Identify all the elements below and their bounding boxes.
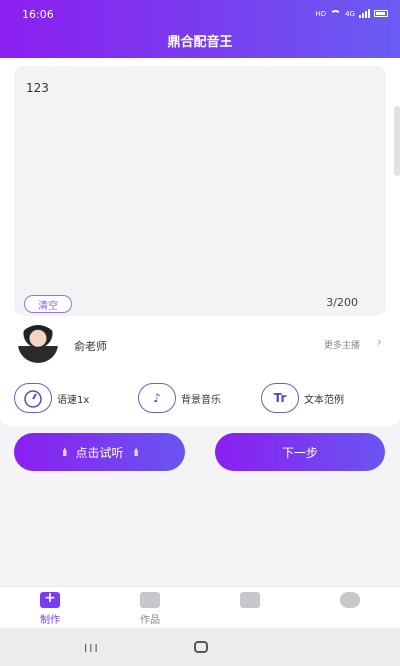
preview-label: 点击试听 xyxy=(75,445,124,460)
voice-avatar xyxy=(18,325,58,363)
clear-button[interactable]: 清空 xyxy=(24,295,72,313)
action-buttons: ıIı 点击试听 ıIı 下一步 xyxy=(0,433,400,473)
chevron-right-icon[interactable]: › xyxy=(377,335,382,350)
speed-option[interactable]: 语速1x xyxy=(14,380,89,416)
text-content[interactable]: 123 xyxy=(26,81,49,95)
tab-make-label: 制作 xyxy=(40,615,60,626)
home-icon[interactable] xyxy=(194,641,208,653)
folder-icon xyxy=(140,592,160,608)
scrollbar[interactable] xyxy=(394,106,400,176)
tab-works[interactable]: 作品 xyxy=(115,592,185,626)
status-bar: 16:06 HD 4G xyxy=(22,8,388,22)
bottom-tab-bar: + 制作 作品 xyxy=(0,586,400,628)
battery-icon xyxy=(374,10,388,17)
clipboard-icon xyxy=(240,592,260,608)
text-input-area[interactable]: 123 清空 3/200 xyxy=(14,66,386,316)
signal-icon xyxy=(359,9,370,18)
bgm-option[interactable]: ♪ 背景音乐 xyxy=(138,380,221,416)
tab-make[interactable]: + 制作 xyxy=(15,590,85,626)
editor-panel: 123 清空 3/200 俞老师 更多主播 › 语速1x ♪ 背景音乐 Tr 文… xyxy=(0,58,400,426)
more-voices-link[interactable]: 更多主播 xyxy=(324,338,360,351)
next-label: 下一步 xyxy=(281,445,318,460)
option-row: 语速1x ♪ 背景音乐 Tr 文本范例 xyxy=(0,380,400,416)
voice-name: 俞老师 xyxy=(74,340,107,353)
voice-selector[interactable]: 俞老师 更多主播 › xyxy=(0,322,400,368)
text-sample-icon: Tr xyxy=(261,383,299,413)
tab-third[interactable] xyxy=(215,592,285,608)
page-title: 鼎合配音王 xyxy=(167,35,233,50)
speedometer-icon xyxy=(14,383,52,413)
next-button[interactable]: 下一步 xyxy=(215,433,385,471)
char-counter: 3/200 xyxy=(326,296,358,309)
hd-indicator: HD xyxy=(315,9,327,18)
status-time: 16:06 xyxy=(22,8,54,21)
app-header: 16:06 HD 4G 鼎合配音王 xyxy=(0,0,400,58)
waveform-left-icon: ıIı xyxy=(62,445,68,459)
preview-button[interactable]: ıIı 点击试听 ıIı xyxy=(14,433,185,471)
recent-apps-icon[interactable]: III xyxy=(84,642,100,655)
system-nav-bar: III xyxy=(0,628,400,666)
signal-type: 4G xyxy=(345,9,355,18)
waveform-right-icon: ıIı xyxy=(133,445,140,459)
sample-text-label: 文本范例 xyxy=(304,394,344,406)
tab-works-label: 作品 xyxy=(140,615,160,626)
create-icon: + xyxy=(40,590,60,608)
speed-label: 语速1x xyxy=(57,394,90,406)
status-icons: HD 4G xyxy=(315,9,388,18)
wifi-icon xyxy=(330,9,342,18)
music-note-icon: ♪ xyxy=(138,383,176,413)
profile-icon xyxy=(340,592,360,608)
bgm-label: 背景音乐 xyxy=(181,394,221,406)
sample-text-option[interactable]: Tr 文本范例 xyxy=(261,380,344,416)
tab-profile[interactable] xyxy=(315,592,385,608)
